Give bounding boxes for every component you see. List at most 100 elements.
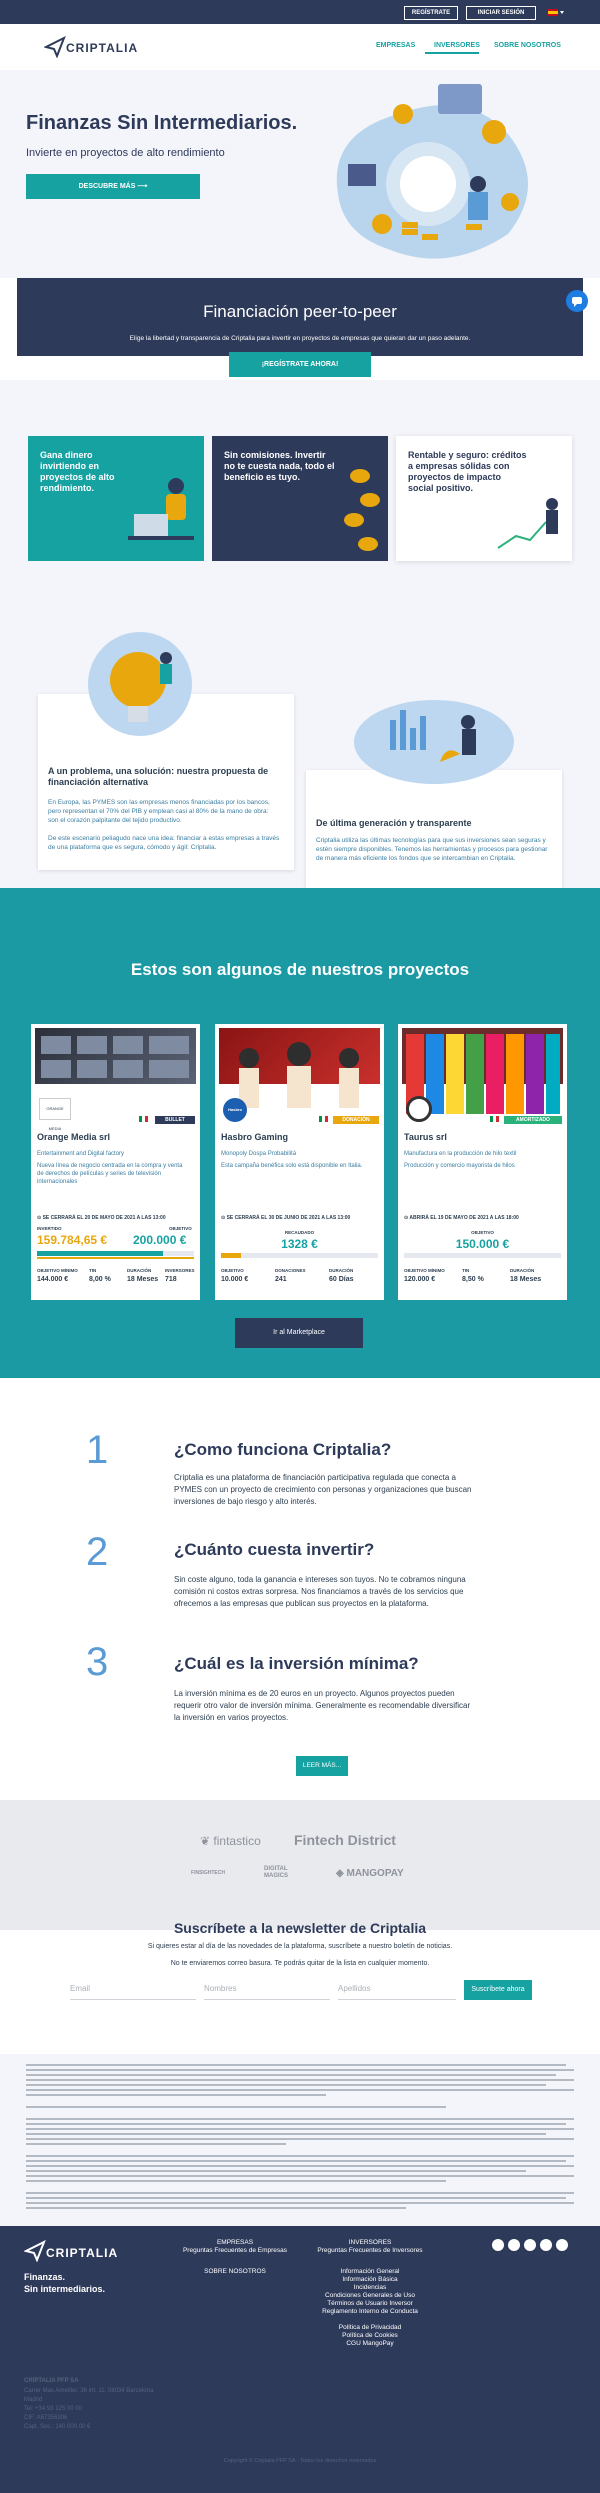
italy-flag-icon — [490, 1116, 499, 1122]
first-name-field[interactable]: Nombres — [204, 1980, 330, 2000]
company-name: CRIPTALIA PFP SA — [24, 2378, 79, 2384]
faq-number-2: 2 — [86, 1530, 109, 1574]
company-address: Carrer Mas Ametller, 36 int. 11, 08034 B… — [24, 2388, 154, 2394]
newsletter-title: Suscríbete a la newsletter de Criptalia — [173, 1920, 427, 1936]
partner-finsightech[interactable]: FINSIGHTECH — [186, 1870, 230, 1876]
progress-bar-1 — [37, 1251, 194, 1256]
footer-logo-icon — [24, 2240, 46, 2262]
footer — [0, 2226, 600, 2493]
partner-fintech-district[interactable]: Fintech District — [294, 1832, 396, 1848]
nav-inversores[interactable]: INVERSORES — [434, 42, 480, 49]
twitter-icon[interactable] — [524, 2239, 536, 2251]
project-logo-2: Hasbro — [223, 1098, 247, 1122]
nav-active-underline — [425, 52, 479, 54]
youtube-icon[interactable] — [556, 2239, 568, 2251]
nav-sobre-nosotros[interactable]: SOBRE NOSOTROS — [494, 42, 561, 49]
subscribe-button[interactable]: Suscríbete ahora — [464, 1980, 532, 2000]
footer-link-sobre-nosotros[interactable]: SOBRE NOSOTROS — [180, 2268, 290, 2275]
project-card-3[interactable]: AMORTIZADO Taurus srl Manufactura en la … — [398, 1024, 567, 1300]
top-bar: REGÍSTRATE INICIAR SESIÓN — [0, 0, 600, 24]
marketplace-button[interactable]: Ir al Marketplace — [235, 1318, 363, 1348]
project-image-1 — [35, 1028, 196, 1084]
footer-link-info-general[interactable]: Información General — [312, 2268, 428, 2275]
project-ribbon-3: AMORTIZADO — [504, 1116, 562, 1124]
footer-link-incidencias[interactable]: Incidencias — [312, 2284, 428, 2291]
feature-title-2: Sin comisiones. Invertir no te cuesta na… — [224, 450, 335, 482]
read-more-button[interactable]: LEER MÁS... — [296, 1756, 348, 1776]
italy-flag-icon — [139, 1116, 148, 1122]
feature-card-3: Rentable y seguro: créditos a empresas s… — [396, 436, 572, 561]
project-card-1[interactable]: ORANGE MEDIA BULLET Orange Media srl Ent… — [31, 1024, 200, 1300]
project-sector-1: Entertainment and Digital factory — [37, 1151, 125, 1157]
company-phone: Tel: +34 93 125 00 00 — [24, 2406, 82, 2412]
project-name-1: Orange Media srl — [37, 1132, 111, 1142]
criptalia-logo-icon[interactable] — [44, 36, 66, 58]
technology-illustration — [354, 700, 514, 784]
last-name-field[interactable]: Apellidos — [338, 1980, 456, 2000]
project-date-text-1: SE CERRARÁ EL 20 DE MAYO DE 2021 A LAS 1… — [42, 1215, 166, 1221]
partner-mangopay[interactable]: ◈ MANGOPAY — [336, 1868, 404, 1879]
project-ribbon-1: BULLET — [155, 1116, 195, 1124]
brand-name[interactable]: CRIPTALIA — [66, 41, 138, 55]
partner-fintastico[interactable]: ❦ fintastico — [200, 1834, 261, 1848]
email-field[interactable]: Email — [70, 1980, 196, 2000]
partner-fintastico-label: fintastico — [213, 1834, 261, 1848]
stat-label-2-3: DURACIÓN — [329, 1268, 354, 1273]
stat-label-1-4: INVERSORES — [165, 1268, 195, 1273]
footer-link-empresas[interactable]: EMPRESAS — [180, 2239, 290, 2246]
faq-number-1: 1 — [86, 1428, 109, 1472]
nav-empresas[interactable]: EMPRESAS — [376, 42, 415, 49]
faq-question-1: ¿Como funciona Criptalia? — [174, 1440, 392, 1459]
project-ribbon-2: DONACIÓN — [333, 1116, 379, 1124]
project-label-1b: OBJETIVO — [169, 1226, 192, 1231]
footer-link-privacidad[interactable]: Política de Privacidad — [312, 2324, 428, 2331]
project-goal-1: 200.000 € — [133, 1233, 187, 1247]
footer-link-terminos[interactable]: Términos de Usuario Inversor — [312, 2300, 428, 2307]
mangopay-icon: ◈ — [336, 1868, 344, 1879]
stat-value-3-2: 8,50 % — [462, 1276, 484, 1283]
stat-value-2-2: 241 — [275, 1276, 287, 1283]
telegram-icon[interactable] — [540, 2239, 552, 2251]
fintastico-icon: ❦ — [200, 1834, 211, 1848]
progress-fill — [37, 1251, 163, 1256]
footer-link-faq-inversores[interactable]: Preguntas Frecuentes de Inversores — [312, 2247, 428, 2254]
company-city: Madrid — [24, 2397, 43, 2403]
footer-link-cookies[interactable]: Política de Cookies — [312, 2332, 428, 2339]
project-date-2: ⊙ SE CERRARÁ EL 30 DE JUNIO DE 2021 A LA… — [221, 1215, 351, 1221]
footer-link-cgu-mangopay[interactable]: CGU MangoPay — [312, 2340, 428, 2347]
project-logo-3 — [406, 1096, 432, 1122]
register-now-button[interactable]: ¡REGÍSTRATE AHORA! — [229, 352, 371, 377]
footer-link-faq-empresas[interactable]: Preguntas Frecuentes de Empresas — [180, 2247, 290, 2254]
project-desc-3: Producción y comercio mayorista de hilos — [404, 1163, 515, 1169]
project-desc-2: Esta campaña benéfica solo está disponib… — [221, 1163, 363, 1169]
progress-fill — [221, 1253, 242, 1258]
project-card-2[interactable]: Hasbro DONACIÓN Hasbro Gaming Monopoly D… — [215, 1024, 384, 1300]
stat-label-1-2: TIN — [89, 1268, 97, 1273]
stat-value-2-1: 10.000 € — [221, 1276, 249, 1283]
faq-answer-3: La inversión mínima es de 20 euros en un… — [174, 1689, 471, 1722]
discover-button[interactable]: DESCUBRE MÁS ⟶ — [26, 174, 200, 199]
chat-button[interactable] — [566, 290, 588, 312]
footer-link-info-basica[interactable]: Información Básica — [312, 2276, 428, 2283]
linkedin-icon[interactable] — [492, 2239, 504, 2251]
footer-link-reglamento[interactable]: Reglamento Interno de Conducta — [312, 2308, 428, 2315]
lightbulb-illustration — [88, 632, 192, 736]
facebook-icon[interactable] — [508, 2239, 520, 2251]
project-goal-3: 150.000 € — [455, 1237, 510, 1251]
coins-illustration — [344, 469, 380, 551]
login-button[interactable]: INICIAR SESIÓN — [466, 6, 536, 20]
laptop-man-illustration — [128, 478, 194, 540]
stat-value-1-1: 144.000 € — [37, 1276, 69, 1283]
spain-flag-icon[interactable] — [548, 9, 558, 16]
newsletter-sub1: Si quieres estar al día de las novedades… — [147, 1943, 453, 1950]
stat-value-1-2: 8,00 % — [89, 1276, 111, 1283]
chevron-down-icon[interactable] — [560, 11, 564, 14]
feature-card-1: Gana dinero invirtiendo en proyectos de … — [28, 436, 204, 561]
stat-value-3-1: 120.000 € — [404, 1276, 436, 1283]
info-title-2: De última generación y transparente — [316, 818, 472, 828]
register-button[interactable]: REGÍSTRATE — [404, 6, 458, 20]
footer-link-condiciones[interactable]: Condiciones Generales de Uso — [312, 2292, 428, 2299]
footer-link-inversores[interactable]: INVERSORES — [312, 2239, 428, 2246]
partner-digital-magics[interactable]: DIGITAL MAGICS — [264, 1866, 308, 1880]
info-text-2: Criptalia utiliza las últimas tecnología… — [316, 837, 548, 862]
